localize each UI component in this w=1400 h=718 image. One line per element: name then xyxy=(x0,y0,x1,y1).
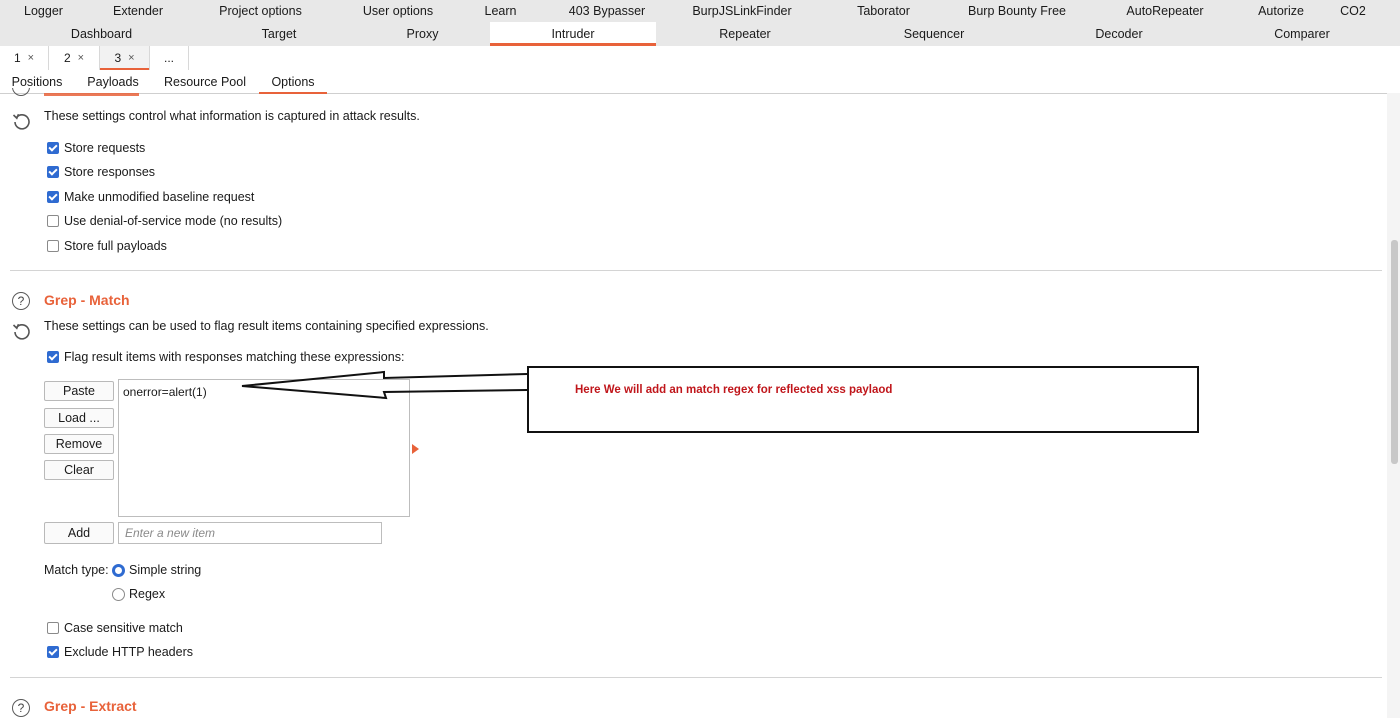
checkbox-box xyxy=(47,191,59,203)
top-tabs-row-1: Logger Extender Project options User opt… xyxy=(0,0,1400,22)
intruder-panel-tabs: Positions Payloads Resource Pool Options xyxy=(0,70,1400,94)
exclude-http-headers-checkbox[interactable]: Exclude HTTP headers xyxy=(47,645,193,659)
tab-repeater[interactable]: Repeater xyxy=(656,22,834,46)
checkbox-box xyxy=(47,622,59,634)
radio-dot xyxy=(112,587,125,601)
tab-dashboard[interactable]: Dashboard xyxy=(0,22,203,46)
reset-icon[interactable] xyxy=(11,320,33,342)
grep-match-title: Grep - Match xyxy=(44,292,130,308)
tab-payloads[interactable]: Payloads xyxy=(80,70,146,93)
checkbox-label: Make unmodified baseline request xyxy=(64,190,255,204)
close-icon[interactable]: × xyxy=(78,52,84,64)
tab-options[interactable]: Options xyxy=(259,70,327,94)
annotation-box: Here We will add an match regex for refl… xyxy=(527,366,1199,433)
checkbox-label: Store full payloads xyxy=(64,239,167,253)
paste-button[interactable]: Paste xyxy=(44,381,114,401)
tab-intruder[interactable]: Intruder xyxy=(490,22,656,46)
tab-proxy[interactable]: Proxy xyxy=(355,22,490,46)
checkbox-box xyxy=(47,142,59,154)
baseline-request-checkbox[interactable]: Make unmodified baseline request xyxy=(47,190,254,204)
regex-radio[interactable]: Regex xyxy=(112,587,165,601)
simple-string-radio[interactable]: Simple string xyxy=(112,563,201,577)
dos-mode-checkbox[interactable]: Use denial-of-service mode (no results) xyxy=(47,214,282,228)
attack-tab-label: 1 xyxy=(13,51,21,65)
tab-user-options[interactable]: User options xyxy=(332,0,464,22)
scrollbar-thumb[interactable] xyxy=(1391,240,1398,464)
tab-project-options[interactable]: Project options xyxy=(189,0,332,22)
store-requests-checkbox[interactable]: Store requests xyxy=(47,141,145,155)
close-icon[interactable]: × xyxy=(28,52,34,64)
grep-match-description: These settings can be used to flag resul… xyxy=(44,319,489,333)
tab-burp-bounty-free[interactable]: Burp Bounty Free xyxy=(960,0,1074,22)
top-tabs-row-2: Dashboard Target Proxy Intruder Repeater… xyxy=(0,22,1400,47)
tab-logger[interactable]: Logger xyxy=(0,0,87,22)
match-type-label: Match type: xyxy=(44,563,109,577)
intruder-attack-tabs: 1 × 2 × 3 × ... xyxy=(0,46,1400,71)
reset-icon[interactable] xyxy=(11,110,33,132)
tab-decoder[interactable]: Decoder xyxy=(1034,22,1204,46)
close-icon[interactable]: × xyxy=(128,52,134,64)
attack-tab-label: ... xyxy=(163,51,174,65)
tab-autorepeater[interactable]: AutoRepeater xyxy=(1074,0,1256,22)
attack-results-description: These settings control what information … xyxy=(44,109,420,123)
help-icon[interactable] xyxy=(12,88,30,96)
load-button[interactable]: Load ... xyxy=(44,408,114,428)
expand-arrow-icon[interactable] xyxy=(412,444,419,454)
checkbox-label: Exclude HTTP headers xyxy=(64,645,193,659)
help-icon[interactable]: ? xyxy=(12,292,30,310)
tab-burpjslinkfinder[interactable]: BurpJSLinkFinder xyxy=(677,0,807,22)
checkbox-label: Use denial-of-service mode (no results) xyxy=(64,214,283,228)
checkbox-label: Flag result items with responses matchin… xyxy=(64,350,405,364)
attack-tab-3[interactable]: 3 × xyxy=(100,46,150,71)
tab-learn[interactable]: Learn xyxy=(464,0,537,22)
tab-taborator[interactable]: Taborator xyxy=(807,0,960,22)
checkbox-label: Case sensitive match xyxy=(64,621,183,635)
tab-extender[interactable]: Extender xyxy=(87,0,189,22)
attack-tab-label: 2 xyxy=(63,51,71,65)
checkbox-box xyxy=(47,215,59,227)
clear-button[interactable]: Clear xyxy=(44,460,114,480)
checkbox-box xyxy=(47,240,59,252)
case-sensitive-checkbox[interactable]: Case sensitive match xyxy=(47,621,183,635)
attack-tab-label: 3 xyxy=(114,51,122,65)
help-icon[interactable]: ? xyxy=(12,699,30,717)
radio-label: Simple string xyxy=(129,563,202,577)
section-divider xyxy=(10,677,1382,678)
new-item-input[interactable] xyxy=(118,522,382,544)
checkbox-box xyxy=(47,351,59,363)
store-full-payloads-checkbox[interactable]: Store full payloads xyxy=(47,239,167,253)
new-attack-tab[interactable]: ... xyxy=(150,46,189,70)
grep-extract-title: Grep - Extract xyxy=(44,698,137,714)
store-responses-checkbox[interactable]: Store responses xyxy=(47,165,155,179)
add-button[interactable]: Add xyxy=(44,522,114,544)
attack-tab-2[interactable]: 2 × xyxy=(49,46,100,70)
tab-co2[interactable]: CO2 xyxy=(1306,0,1400,22)
checkbox-label: Store requests xyxy=(64,141,146,155)
radio-label: Regex xyxy=(129,587,166,601)
tab-autorize[interactable]: Autorize xyxy=(1256,0,1306,22)
checkbox-box xyxy=(47,166,59,178)
list-item[interactable]: onerror=alert(1) xyxy=(123,385,207,399)
attack-tab-1[interactable]: 1 × xyxy=(0,46,49,70)
radio-dot xyxy=(112,563,125,577)
tab-403-bypasser[interactable]: 403 Bypasser xyxy=(537,0,677,22)
annotation-text: Here We will add an match regex for refl… xyxy=(575,384,893,396)
tab-sequencer[interactable]: Sequencer xyxy=(834,22,1034,46)
flag-result-items-checkbox[interactable]: Flag result items with responses matchin… xyxy=(47,350,404,364)
tab-resource-pool[interactable]: Resource Pool xyxy=(158,70,252,93)
checkbox-box xyxy=(47,646,59,658)
tab-target[interactable]: Target xyxy=(203,22,355,46)
section-divider xyxy=(10,270,1382,271)
annotation-arrow xyxy=(241,370,528,400)
section-title-cutoff xyxy=(44,93,139,96)
checkbox-label: Store responses xyxy=(64,165,156,179)
tab-comparer[interactable]: Comparer xyxy=(1204,22,1400,46)
remove-button[interactable]: Remove xyxy=(44,434,114,454)
